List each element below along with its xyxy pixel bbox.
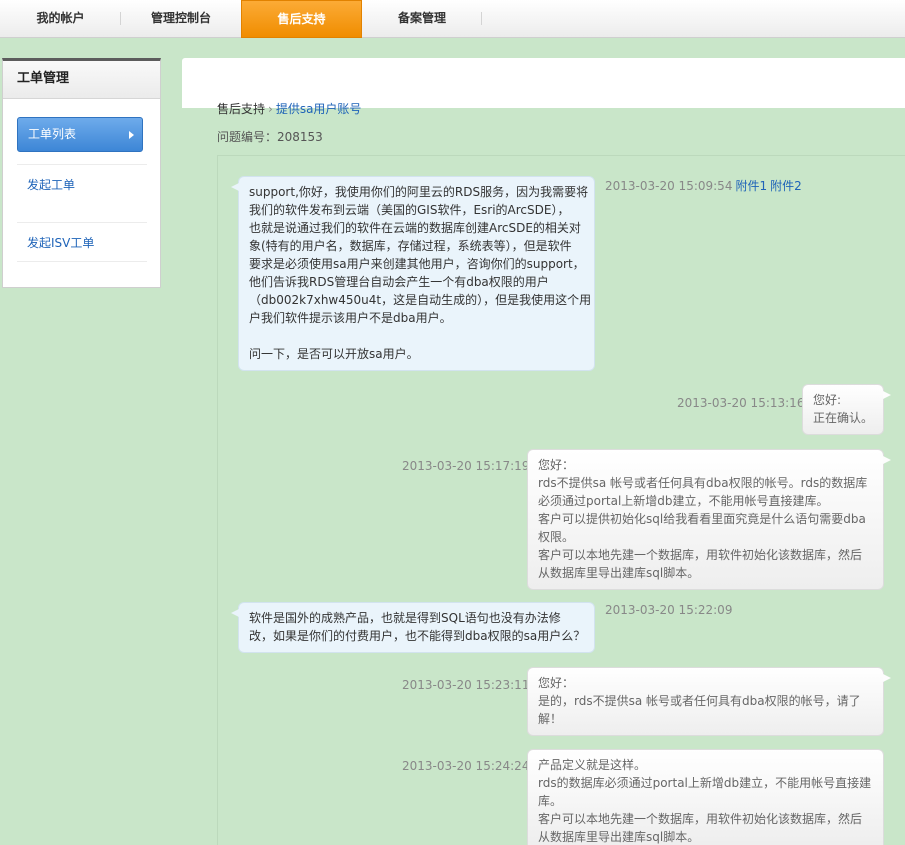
- tab-support[interactable]: 售后支持: [241, 0, 362, 38]
- attachment-link[interactable]: 附件2: [770, 179, 802, 193]
- message-line: （db002k7xhw450u4t，这是自动生成的），但是我使用这个用: [249, 293, 592, 307]
- message-line: 是的，rds不提供sa 帐号或者任何具有dba权限的帐号，请了: [538, 694, 861, 708]
- message-line: 库。: [538, 794, 563, 808]
- message-line: 您好:: [813, 393, 842, 407]
- top-nav: 我的帐户 管理控制台 售后支持 备案管理: [0, 0, 905, 38]
- tab-console[interactable]: 管理控制台: [121, 0, 241, 37]
- breadcrumb-parent: 售后支持: [217, 102, 266, 116]
- tab-my-account[interactable]: 我的帐户: [0, 0, 121, 37]
- message-line: 问一下，是否可以开放sa用户。: [249, 347, 419, 361]
- message-line: 您好：: [538, 676, 575, 690]
- message-line: 您好：: [538, 458, 575, 472]
- sidebar-item-new-ticket[interactable]: 发起工单: [17, 164, 147, 204]
- message-line: 也就是说通过我们的软件在云端的数据库创建ArcSDE的相关对: [249, 221, 581, 235]
- sidebar: 工单管理 工单列表 发起工单 发起ISV工单: [2, 58, 161, 288]
- message-line: 正在确认。: [813, 411, 874, 425]
- staff-message: 您好: 正在确认。: [802, 384, 891, 435]
- message-line: 象(特有的用户名，数据库，存储过程，系统表等），但是软件: [249, 239, 572, 253]
- staff-message: 产品定义就是这样。 rds的数据库必须通过portal上新增db建立，不能用帐号…: [527, 749, 884, 845]
- staff-message: 您好： 是的，rds不提供sa 帐号或者任何具有dba权限的帐号，请了 解！: [527, 667, 891, 736]
- message-line: 从数据库里导出建库sql脚本。: [538, 566, 700, 580]
- message-line: 客户可以本地先建一个数据库，用软件初始化该数据库，然后: [538, 812, 863, 826]
- message-line: rds的数据库必须通过portal上新增db建立，不能用帐号直接建: [538, 776, 872, 790]
- message-line: 产品定义就是这样。: [538, 758, 647, 772]
- message-time: 2013-03-20 15:22:09: [605, 603, 733, 617]
- issue-number: 问题编号：208153: [217, 130, 323, 144]
- message-line: 解！: [538, 712, 563, 726]
- message-time: 2013-03-20 15:23:11: [402, 678, 530, 692]
- message-time: 2013-03-20 15:13:16: [677, 396, 805, 410]
- message-line: 改，如果是你们的付费用户，也不能得到dba权限的sa用户么？: [249, 629, 586, 643]
- message-time: 2013-03-20 15:17:19: [402, 459, 530, 473]
- message-line: 我们的软件发布到云端（美国的GIS软件，Esri的ArcSDE），: [249, 203, 570, 217]
- breadcrumb-current-link[interactable]: 提供sa用户账号: [276, 102, 362, 116]
- timestamp: 2013-03-20 15:09:54: [605, 179, 733, 193]
- message-line: 权限。: [538, 530, 575, 544]
- message-line: 户我们软件提示该用户不是dba用户。: [249, 311, 452, 325]
- message-line: 必须通过portal上新增db建立，不能用帐号直接建库。: [538, 494, 829, 508]
- message-line: 客户可以本地先建一个数据库，用软件初始化该数据库，然后: [538, 548, 863, 562]
- tab-filing[interactable]: 备案管理: [362, 0, 482, 37]
- message-line: rds不提供sa 帐号或者任何具有dba权限的帐号。rds的数据库: [538, 476, 868, 490]
- sidebar-item-ticket-list[interactable]: 工单列表: [17, 117, 143, 152]
- sidebar-title: 工单管理: [3, 61, 160, 99]
- customer-message: support,你好，我使用你们的阿里云的RDS服务，因为我需要将 我们的软件发…: [231, 176, 595, 371]
- message-line: 软件是国外的成熟产品，也就是得到SQL语句也没有办法修: [249, 611, 561, 625]
- message-line: 他们告诉我RDS管理台自动会产生一个有dba权限的用户: [249, 275, 549, 289]
- sidebar-item-label: 工单列表: [28, 127, 77, 141]
- message-line: 要求是必须使用sa用户来创建其他用户，咨询你们的support，: [249, 257, 585, 271]
- message-line: 从数据库里导出建库sql脚本。: [538, 830, 700, 844]
- customer-message: 软件是国外的成熟产品，也就是得到SQL语句也没有办法修 改，如果是你们的付费用户…: [231, 602, 595, 653]
- chevron-right-icon: [129, 131, 134, 139]
- breadcrumb-separator: ›: [268, 102, 273, 116]
- breadcrumb: 售后支持 › 提供sa用户账号: [217, 100, 361, 117]
- sidebar-item-new-isv-ticket[interactable]: 发起ISV工单: [17, 222, 147, 262]
- attachment-link[interactable]: 附件1: [735, 179, 767, 193]
- message-time: 2013-03-20 15:24:24: [402, 759, 530, 773]
- message-line: 客户可以提供初始化sql给我看看里面究竟是什么语句需要dba: [538, 512, 866, 526]
- message-line: support,你好，我使用你们的阿里云的RDS服务，因为我需要将: [249, 185, 589, 199]
- message-time: 2013-03-20 15:09:54 附件1 附件2: [605, 177, 802, 194]
- staff-message: 您好： rds不提供sa 帐号或者任何具有dba权限的帐号。rds的数据库 必须…: [527, 449, 891, 590]
